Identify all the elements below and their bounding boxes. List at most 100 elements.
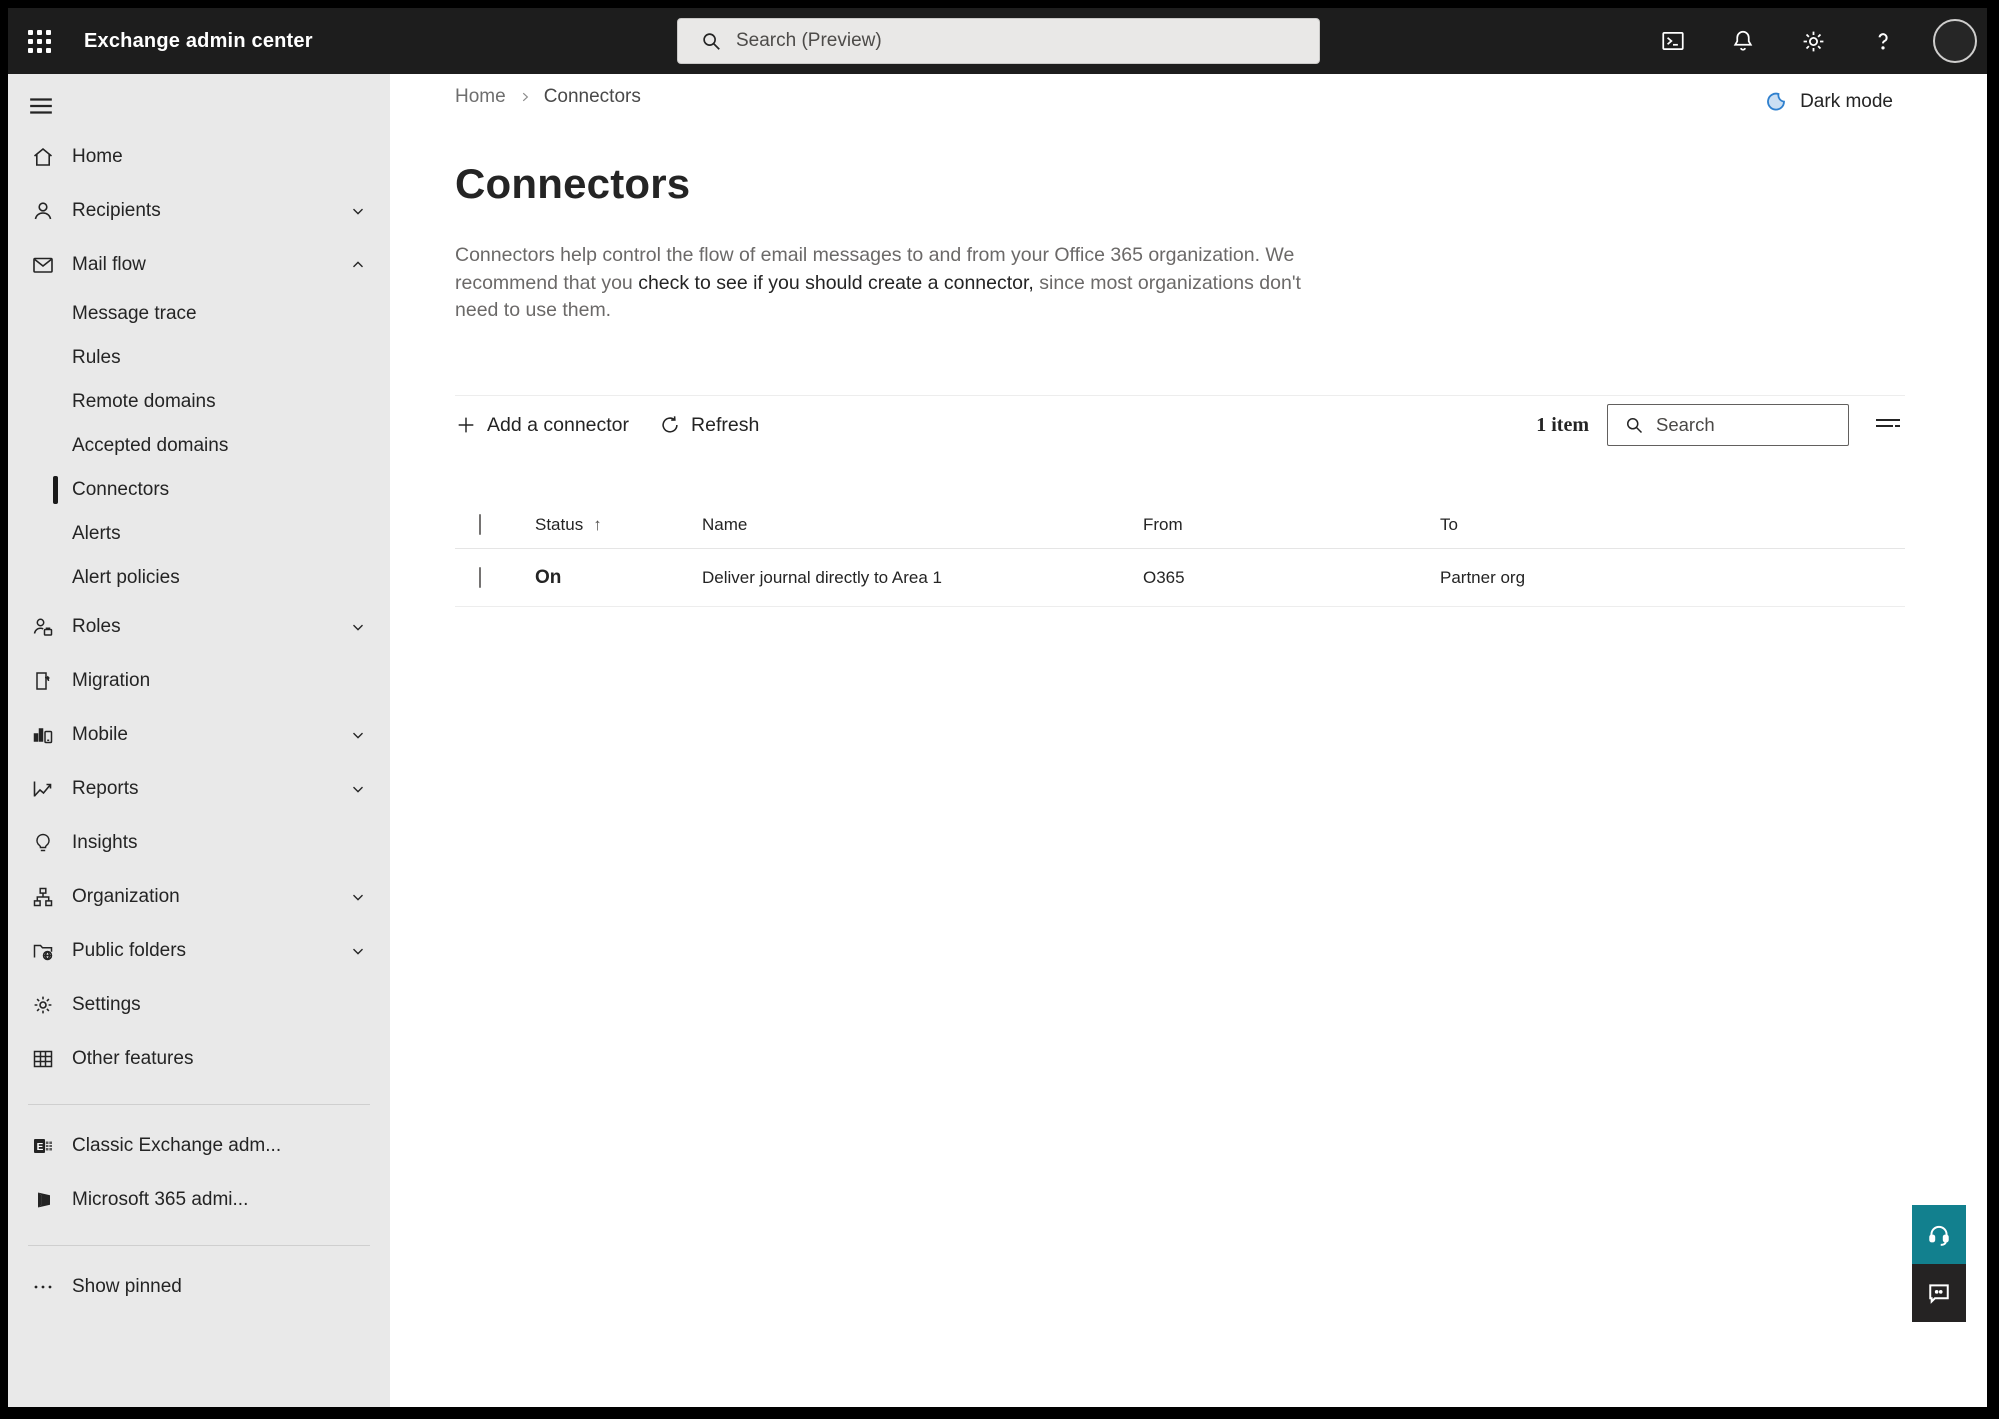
table-header: Status ↑ Name From To bbox=[455, 501, 1905, 549]
app-launcher-button[interactable] bbox=[8, 8, 70, 74]
sidebar-item-rules[interactable]: Rules bbox=[8, 336, 390, 380]
sidebar-item-label: Mobile bbox=[72, 724, 128, 745]
search-icon bbox=[703, 33, 720, 50]
filter-icon bbox=[1876, 419, 1900, 427]
sidebar-item-label: Home bbox=[72, 146, 123, 167]
add-connector-label: Add a connector bbox=[487, 413, 630, 436]
refresh-button[interactable]: Refresh bbox=[659, 414, 759, 437]
search-icon bbox=[1627, 418, 1643, 434]
add-connector-button[interactable]: Add a connector bbox=[455, 414, 629, 437]
sidebar-item-classic-exchange[interactable]: E Classic Exchange adm... bbox=[8, 1119, 390, 1173]
top-bar: Exchange admin center Search (Preview) bbox=[8, 8, 1987, 74]
sidebar-item-label: Classic Exchange adm... bbox=[72, 1135, 282, 1156]
sidebar-item-accepted-domains[interactable]: Accepted domains bbox=[8, 424, 390, 468]
sort-ascending-icon: ↑ bbox=[593, 514, 602, 534]
roles-icon bbox=[30, 614, 56, 640]
row-checkbox[interactable] bbox=[479, 566, 481, 588]
support-button[interactable] bbox=[1912, 1205, 1966, 1264]
sidebar-item-label: Remote domains bbox=[72, 391, 216, 412]
powershell-button[interactable] bbox=[1653, 21, 1693, 61]
chevron-down-icon bbox=[348, 725, 368, 745]
sidebar-item-other-features[interactable]: Other features bbox=[8, 1032, 390, 1086]
sidebar-item-alert-policies[interactable]: Alert policies bbox=[8, 556, 390, 600]
nav-collapse-button[interactable] bbox=[28, 88, 68, 124]
sidebar-item-insights[interactable]: Insights bbox=[8, 816, 390, 870]
sidebar-item-home[interactable]: Home bbox=[8, 130, 390, 184]
sidebar-divider bbox=[28, 1104, 370, 1105]
sidebar-item-label: Show pinned bbox=[72, 1276, 182, 1297]
sidebar-item-label: Mail flow bbox=[72, 254, 146, 275]
sidebar-item-reports[interactable]: Reports bbox=[8, 762, 390, 816]
dark-mode-toggle[interactable]: Dark mode bbox=[1764, 90, 1893, 114]
app-launcher-icon bbox=[27, 29, 51, 53]
help-button[interactable] bbox=[1863, 21, 1903, 61]
microsoft-365-icon bbox=[30, 1187, 56, 1213]
sidebar-item-m365-admin[interactable]: Microsoft 365 admi... bbox=[8, 1173, 390, 1227]
feedback-button[interactable] bbox=[1912, 1264, 1966, 1322]
public-folder-icon bbox=[30, 938, 56, 964]
notifications-button[interactable] bbox=[1723, 21, 1763, 61]
reports-icon bbox=[30, 776, 56, 802]
refresh-icon bbox=[662, 416, 678, 433]
page-description: Connectors help control the flow of emai… bbox=[455, 242, 1310, 325]
sidebar-item-recipients[interactable]: Recipients bbox=[8, 184, 390, 238]
global-search-placeholder: Search (Preview) bbox=[736, 30, 882, 51]
gear-icon bbox=[30, 992, 56, 1018]
sidebar-item-alerts[interactable]: Alerts bbox=[8, 512, 390, 556]
filter-button[interactable] bbox=[1871, 408, 1905, 442]
sidebar-item-remote-domains[interactable]: Remote domains bbox=[8, 380, 390, 424]
global-search-input[interactable]: Search (Preview) bbox=[677, 18, 1320, 64]
sidebar-item-label: Message trace bbox=[72, 303, 197, 324]
app-title: Exchange admin center bbox=[84, 29, 313, 52]
column-header-status[interactable]: Status bbox=[535, 515, 583, 535]
ellipsis-icon bbox=[30, 1274, 56, 1300]
sidebar-item-label: Alert policies bbox=[72, 567, 180, 588]
sidebar-item-message-trace[interactable]: Message trace bbox=[8, 292, 390, 336]
nav-items: Home Recipients Mail flow Message trace … bbox=[8, 130, 390, 1314]
sidebar-item-migration[interactable]: Migration bbox=[8, 654, 390, 708]
home-icon bbox=[30, 144, 56, 170]
sidebar-item-label: Insights bbox=[72, 832, 138, 853]
sidebar-item-show-pinned[interactable]: Show pinned bbox=[8, 1260, 390, 1314]
description-link[interactable]: check to see if you should create a conn… bbox=[638, 272, 1034, 294]
table-row[interactable]: On Deliver journal directly to Area 1 O3… bbox=[455, 549, 1905, 607]
migration-icon bbox=[30, 668, 56, 694]
person-icon bbox=[30, 198, 56, 224]
chevron-up-icon bbox=[348, 255, 368, 275]
sidebar-item-public-folders[interactable]: Public folders bbox=[8, 924, 390, 978]
mail-icon bbox=[30, 252, 56, 278]
moon-icon bbox=[1767, 92, 1785, 111]
chevron-down-icon bbox=[348, 779, 368, 799]
exchange-admin-window: Exchange admin center Search (Preview) H… bbox=[8, 8, 1987, 1407]
settings-button-top[interactable] bbox=[1793, 21, 1833, 61]
left-nav: Home Recipients Mail flow Message trace … bbox=[8, 74, 390, 1407]
row-name[interactable]: Deliver journal directly to Area 1 bbox=[702, 568, 1143, 588]
help-icon bbox=[1878, 33, 1888, 50]
list-search-placeholder: Search bbox=[1656, 414, 1715, 435]
sidebar-item-mobile[interactable]: Mobile bbox=[8, 708, 390, 762]
sidebar-item-label: Other features bbox=[72, 1048, 194, 1069]
screenshot-frame: Exchange admin center Search (Preview) H… bbox=[0, 0, 1999, 1419]
column-header-name[interactable]: Name bbox=[702, 515, 1143, 535]
chevron-down-icon bbox=[348, 617, 368, 637]
sidebar-item-label: Accepted domains bbox=[72, 435, 229, 456]
sidebar-item-connectors[interactable]: Connectors bbox=[8, 468, 390, 512]
sidebar-item-label: Rules bbox=[72, 347, 121, 368]
column-header-from[interactable]: From bbox=[1143, 515, 1440, 535]
sidebar-item-label: Recipients bbox=[72, 200, 161, 221]
list-search-input[interactable]: Search bbox=[1607, 404, 1849, 446]
breadcrumb-home-link[interactable]: Home bbox=[455, 86, 506, 108]
sidebar-item-settings[interactable]: Settings bbox=[8, 978, 390, 1032]
sidebar-item-label: Public folders bbox=[72, 940, 187, 961]
plus-icon bbox=[458, 417, 474, 433]
chevron-down-icon bbox=[348, 941, 368, 961]
account-avatar[interactable] bbox=[1933, 19, 1977, 63]
sidebar-item-organization[interactable]: Organization bbox=[8, 870, 390, 924]
sidebar-divider bbox=[28, 1245, 370, 1246]
sidebar-item-label: Migration bbox=[72, 670, 151, 691]
sidebar-item-roles[interactable]: Roles bbox=[8, 600, 390, 654]
sidebar-item-mail-flow[interactable]: Mail flow bbox=[8, 238, 390, 292]
select-all-checkbox[interactable] bbox=[479, 513, 481, 535]
column-header-to[interactable]: To bbox=[1440, 515, 1905, 535]
svg-text:E: E bbox=[37, 1142, 44, 1153]
